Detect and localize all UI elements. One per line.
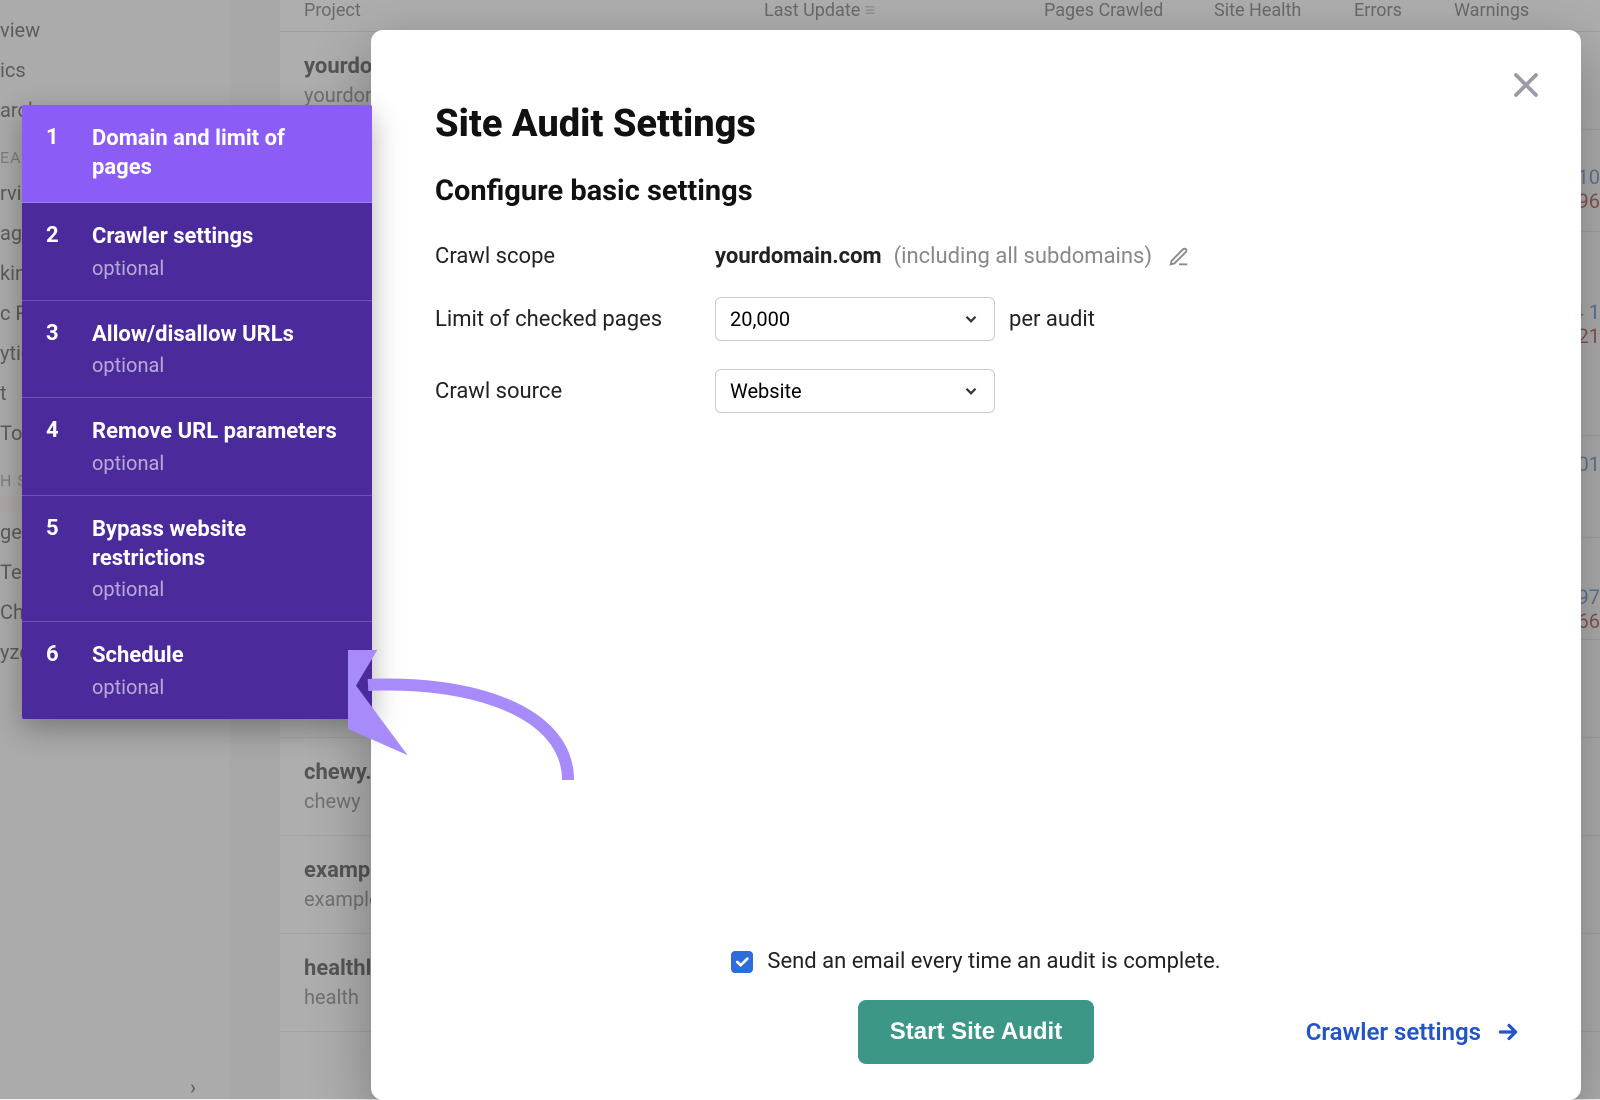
crawl-scope-label: Crawl scope [435,244,715,269]
crawler-settings-link[interactable]: Crawler settings [1306,1018,1521,1046]
step-5-bypass-restrictions[interactable]: 5 Bypass website restrictions optional [22,496,372,622]
email-checkbox[interactable] [731,951,753,973]
step-title: Remove URL parameters [92,418,348,447]
source-row: Crawl source Website [435,369,1521,413]
email-notification-row: Send an email every time an audit is com… [371,949,1581,974]
step-title: Domain and limit of pages [92,125,348,182]
step-number: 5 [46,516,92,601]
step-3-allow-disallow-urls[interactable]: 3 Allow/disallow URLs optional [22,301,372,399]
limit-select[interactable]: 20,000 [715,297,995,341]
step-number: 4 [46,418,92,475]
source-value: Website [730,379,802,403]
email-checkbox-label: Send an email every time an audit is com… [767,949,1220,974]
crawl-scope-domain: yourdomain.com [715,244,882,269]
settings-stepper: 1 Domain and limit of pages 2 Crawler se… [22,105,372,719]
crawl-scope-suffix: (including all subdomains) [894,244,1152,269]
step-optional: optional [92,256,348,280]
step-optional: optional [92,353,348,377]
step-number: 6 [46,642,92,699]
close-icon[interactable] [1511,70,1541,100]
limit-value: 20,000 [730,307,790,331]
modal-subtitle: Configure basic settings [435,174,1521,208]
crawl-scope-row: Crawl scope yourdomain.com (including al… [435,244,1521,269]
settings-form: Crawl scope yourdomain.com (including al… [435,244,1521,413]
arrow-right-icon [1495,1019,1521,1045]
source-label: Crawl source [435,379,715,404]
step-number: 3 [46,321,92,378]
step-title: Schedule [92,642,348,671]
step-optional: optional [92,577,348,601]
step-4-remove-url-parameters[interactable]: 4 Remove URL parameters optional [22,398,372,496]
limit-label: Limit of checked pages [435,307,715,332]
step-number: 1 [46,125,92,182]
crawl-scope-value: yourdomain.com (including all subdomains… [715,244,1190,269]
step-title: Crawler settings [92,223,348,252]
limit-suffix: per audit [1009,307,1095,332]
start-site-audit-button[interactable]: Start Site Audit [858,1000,1094,1064]
step-title: Allow/disallow URLs [92,321,348,350]
chevron-down-icon [962,382,980,400]
edit-icon[interactable] [1168,246,1190,268]
step-optional: optional [92,675,348,699]
limit-row: Limit of checked pages 20,000 per audit [435,297,1521,341]
step-1-domain-limit[interactable]: 1 Domain and limit of pages [22,105,372,203]
source-select[interactable]: Website [715,369,995,413]
step-optional: optional [92,451,348,475]
step-6-schedule[interactable]: 6 Schedule optional [22,622,372,719]
modal-title: Site Audit Settings [435,102,1521,146]
modal-footer: Start Site Audit Crawler settings [371,1000,1581,1064]
site-audit-settings-modal: Site Audit Settings Configure basic sett… [371,30,1581,1100]
step-2-crawler-settings[interactable]: 2 Crawler settings optional [22,203,372,301]
step-title: Bypass website restrictions [92,516,348,573]
step-number: 2 [46,223,92,280]
chevron-down-icon [962,310,980,328]
